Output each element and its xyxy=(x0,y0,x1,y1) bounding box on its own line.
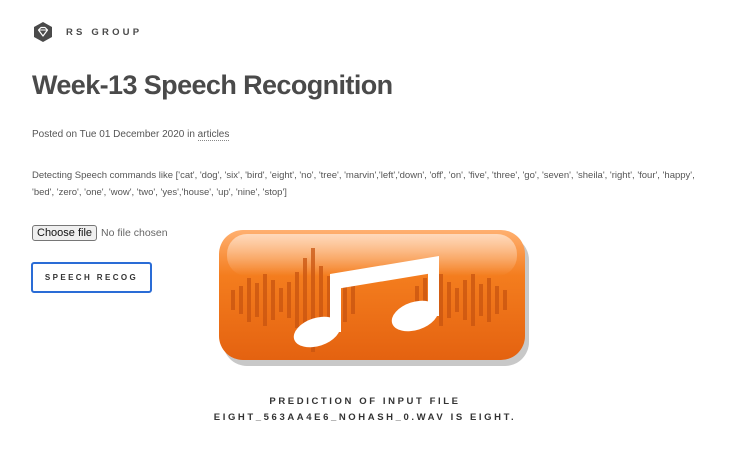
brand[interactable]: RS GROUP xyxy=(32,21,142,43)
brand-name: RS GROUP xyxy=(66,26,143,38)
post-meta: Posted on Tue 01 December 2020 in articl… xyxy=(32,129,230,141)
file-input[interactable]: Choose file No file chosen xyxy=(32,225,168,241)
category-link[interactable]: articles xyxy=(197,129,230,141)
music-note-icon xyxy=(219,230,529,366)
post-description: Detecting Speech commands like ['cat', '… xyxy=(32,170,695,198)
page-title: Week-13 Speech Recognition xyxy=(32,70,393,100)
speech-recog-button[interactable]: SPEECH RECOG xyxy=(31,262,152,293)
post-date: Posted on Tue 01 December 2020 in xyxy=(32,129,198,140)
prediction-result: PREDICTION OF INPUT FILE EIGHT_563AA4E6_… xyxy=(213,396,517,423)
file-status: No file chosen xyxy=(101,227,168,239)
diamond-hexagon-icon xyxy=(34,22,52,42)
choose-file-button[interactable]: Choose file xyxy=(32,225,98,241)
